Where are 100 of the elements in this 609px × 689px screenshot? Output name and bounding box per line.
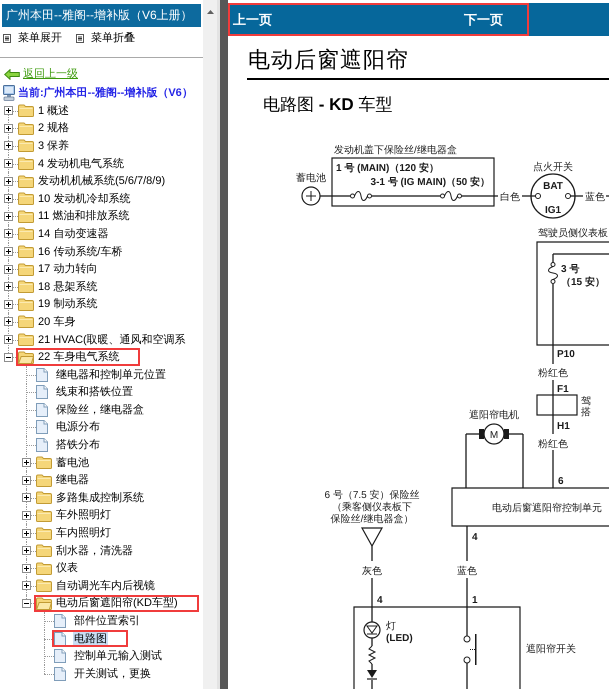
scrollbar[interactable] [203,0,217,689]
plus-icon[interactable] [4,247,13,256]
document-icon [36,385,48,400]
tree-item[interactable]: 电动后窗遮阳帘(KD车型) [55,596,179,610]
menu-action[interactable]: 菜单展开 [3,31,62,45]
folder-icon [18,139,34,152]
plus-icon[interactable] [4,317,13,326]
minus-icon[interactable] [4,352,13,362]
folder-icon [36,491,52,504]
plus-icon[interactable] [4,300,13,309]
wire [371,638,373,646]
led-icon [363,621,381,639]
tree-item[interactable]: 14 自动变速器 [37,226,110,241]
tree-item[interactable]: 4 发动机电气系统 [37,156,126,171]
tree-item[interactable]: 1 概述 [37,104,70,118]
sidebar-title: 广州本田--雅阁--增补版（V6上册） [2,4,201,27]
plus-icon[interactable] [4,176,13,186]
plus-icon[interactable] [22,564,31,573]
folder-icon [18,227,34,240]
menu-action[interactable]: 菜单折叠 [76,31,135,45]
tree-item[interactable]: 部件位置索引 [73,614,141,628]
fuse-box-label: 驾驶员侧仪表板 [538,228,608,239]
previous-page-link[interactable]: 上一页 [233,12,272,28]
plus-icon[interactable] [22,476,31,485]
plus-icon[interactable] [22,528,31,538]
tree-item[interactable]: 多路集成控制系统 [55,490,145,505]
wire [371,578,373,622]
tree-item[interactable]: 11 燃油和排放系统 [37,209,130,224]
plus-icon[interactable] [22,546,31,556]
document-title: 电动后窗遮阳帘 [248,46,409,74]
wire-color-label: 白色 [500,192,520,203]
motor-icon [479,423,509,445]
plus-icon[interactable] [4,106,13,116]
plus-icon[interactable] [4,282,13,292]
plus-icon[interactable] [22,581,31,590]
tree-item[interactable]: 蓄电池 [55,456,90,470]
tree-item[interactable]: 车外照明灯 [55,508,112,522]
plus-icon[interactable] [4,159,13,168]
computer-icon [3,84,15,100]
wire [371,680,373,689]
plus-icon[interactable] [4,212,13,221]
tree-item[interactable]: 继电器和控制单元位置 [55,368,167,382]
tree-item[interactable]: 21 HVAC(取暖、通风和空调系 [37,332,187,347]
minus-icon[interactable] [22,598,31,608]
wire [371,664,373,670]
plus-icon[interactable] [22,493,31,502]
plus-icon[interactable] [4,229,13,238]
back-link[interactable]: 返回上一级 [23,67,78,81]
switch-label: 遮阳帘开关 [526,644,576,655]
tree-item[interactable]: 开关测试，更换 [73,666,152,681]
wire-color-label: 灰色 [362,566,382,577]
tree-item[interactable]: 10 发动机冷却系统 [37,192,132,206]
connector-outline [536,394,578,416]
next-page-link[interactable]: 下一页 [464,12,503,28]
document-icon [54,614,66,628]
tree-item[interactable]: 18 悬架系统 [37,280,98,294]
tree-item[interactable]: 线束和搭铁位置 [55,385,134,400]
pin-label: 4 [472,532,478,543]
tree-item[interactable]: 保险丝，继电器盒 [55,402,145,417]
plus-icon[interactable] [4,141,13,150]
folder-icon [36,508,52,522]
folder-icon [18,122,34,135]
plus-icon[interactable] [4,335,13,344]
control-unit-label: 电动后窗遮阳帘控制单元 [492,503,602,514]
wire-color-label: 蓝色 [457,566,477,577]
tree-item[interactable]: 16 传动系统/车桥 [37,244,124,259]
plus-icon[interactable] [4,124,13,133]
tree-item[interactable]: 刮水器，清洗器 [55,544,134,558]
tree-item[interactable]: 仪表 [55,561,79,576]
motor-label: 遮阳帘电机 [469,410,519,421]
tree-item[interactable]: 继电器 [55,473,90,488]
tree-item[interactable]: 20 车身 [37,314,76,329]
open-folder-icon [18,350,34,364]
plus-icon[interactable] [22,458,31,468]
lamp-label: 灯 [386,621,396,632]
tree-item[interactable]: 控制单元输入测试 [73,649,163,664]
tree-item[interactable]: 2 规格 [37,121,70,136]
terminal-icon [535,193,541,199]
tree-item[interactable]: 22 车身电气系统 [37,350,120,364]
plus-icon[interactable] [4,264,13,274]
tree-item[interactable]: 搭铁分布 [55,438,101,452]
wire [466,663,468,689]
plus-icon[interactable] [22,510,31,520]
tree-item[interactable]: 电源分布 [55,420,101,434]
scroll-up-arrow-icon[interactable] [206,10,214,14]
folder-icon [36,456,52,470]
wire [465,433,479,488]
plus-icon[interactable] [4,194,13,204]
tree-item[interactable]: 19 制动系统 [37,297,98,312]
battery-icon [301,186,321,206]
folder-icon [36,544,52,558]
tree-item[interactable]: 发动机机械系统(5/6/7/8/9) [37,174,166,188]
tree-item[interactable]: 17 动力转向 [37,262,98,276]
wire-color-label: 蓝色 [585,192,605,203]
tree-item[interactable]: 电路图 [73,632,108,646]
tree-item[interactable]: 3 保养 [37,138,70,153]
tree-item[interactable]: 车内照明灯 [55,526,112,540]
document-icon [54,666,66,681]
document-icon [54,649,66,664]
tree-item[interactable]: 自动调光车内后视镜 [55,578,156,593]
